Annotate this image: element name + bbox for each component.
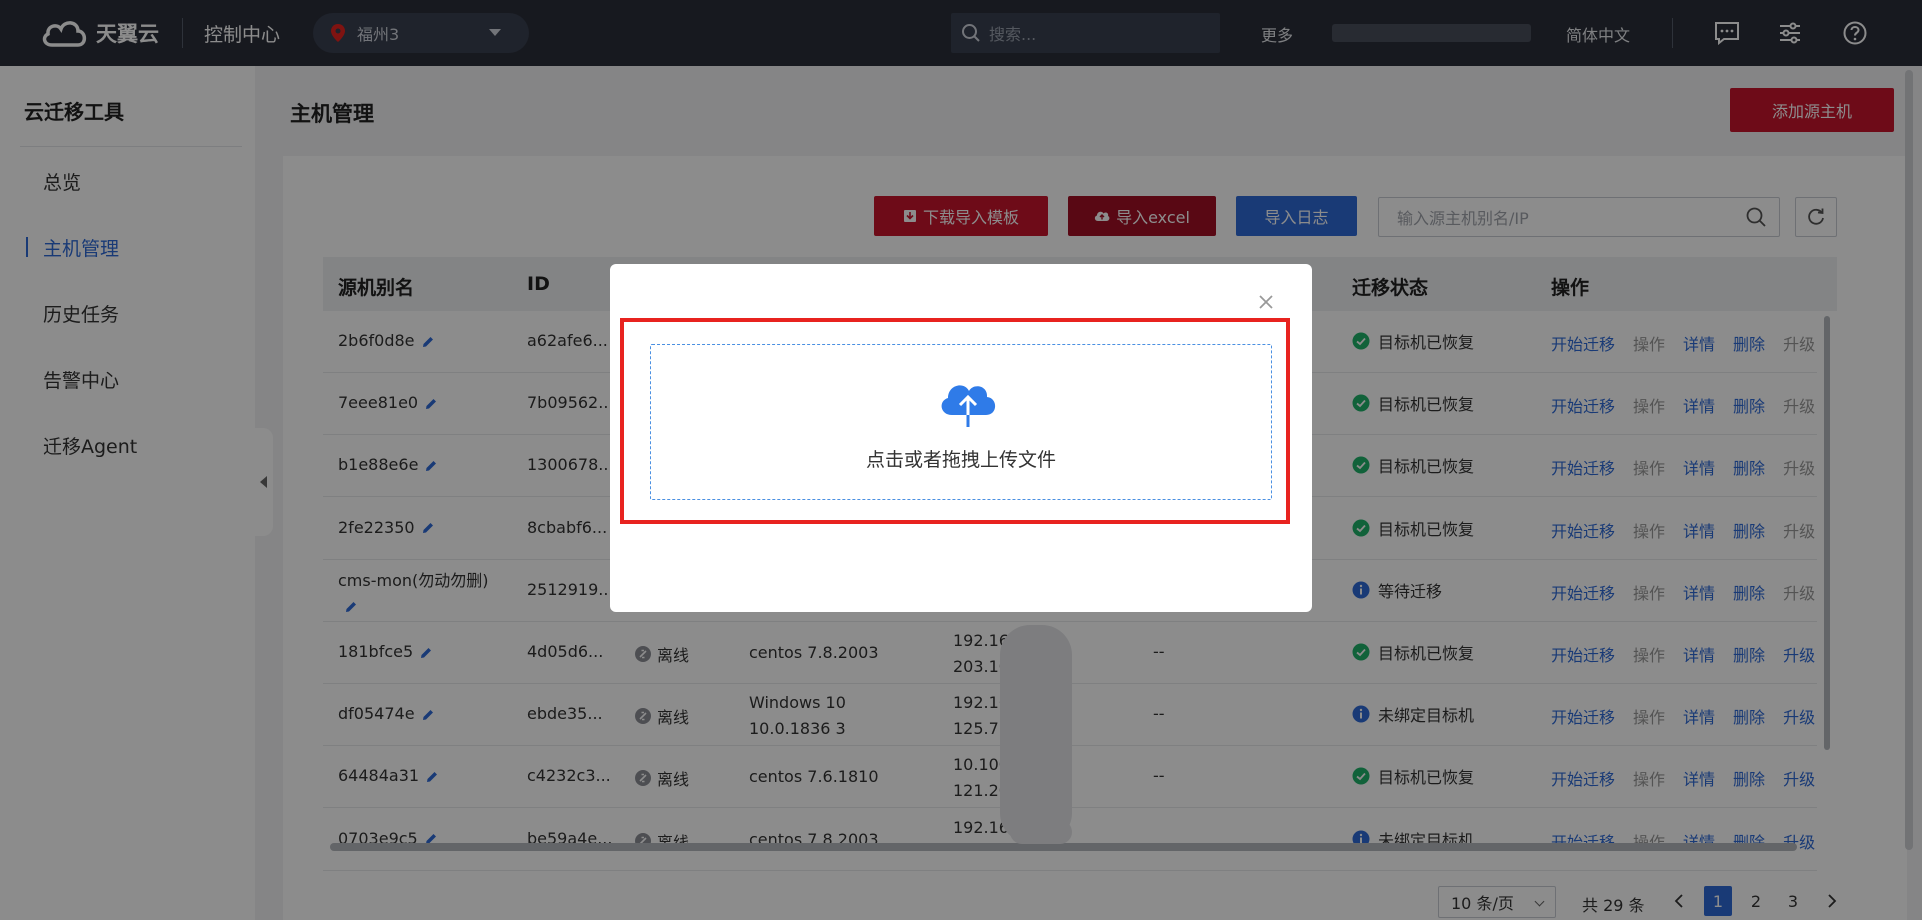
close-icon[interactable] (1254, 290, 1278, 314)
file-upload-dropzone[interactable]: 点击或者拖拽上传文件 (650, 344, 1272, 500)
import-excel-dialog: 点击或者拖拽上传文件 (610, 264, 1312, 612)
cloud-upload-icon (941, 385, 996, 427)
upload-hint-text: 点击或者拖拽上传文件 (865, 449, 1056, 471)
